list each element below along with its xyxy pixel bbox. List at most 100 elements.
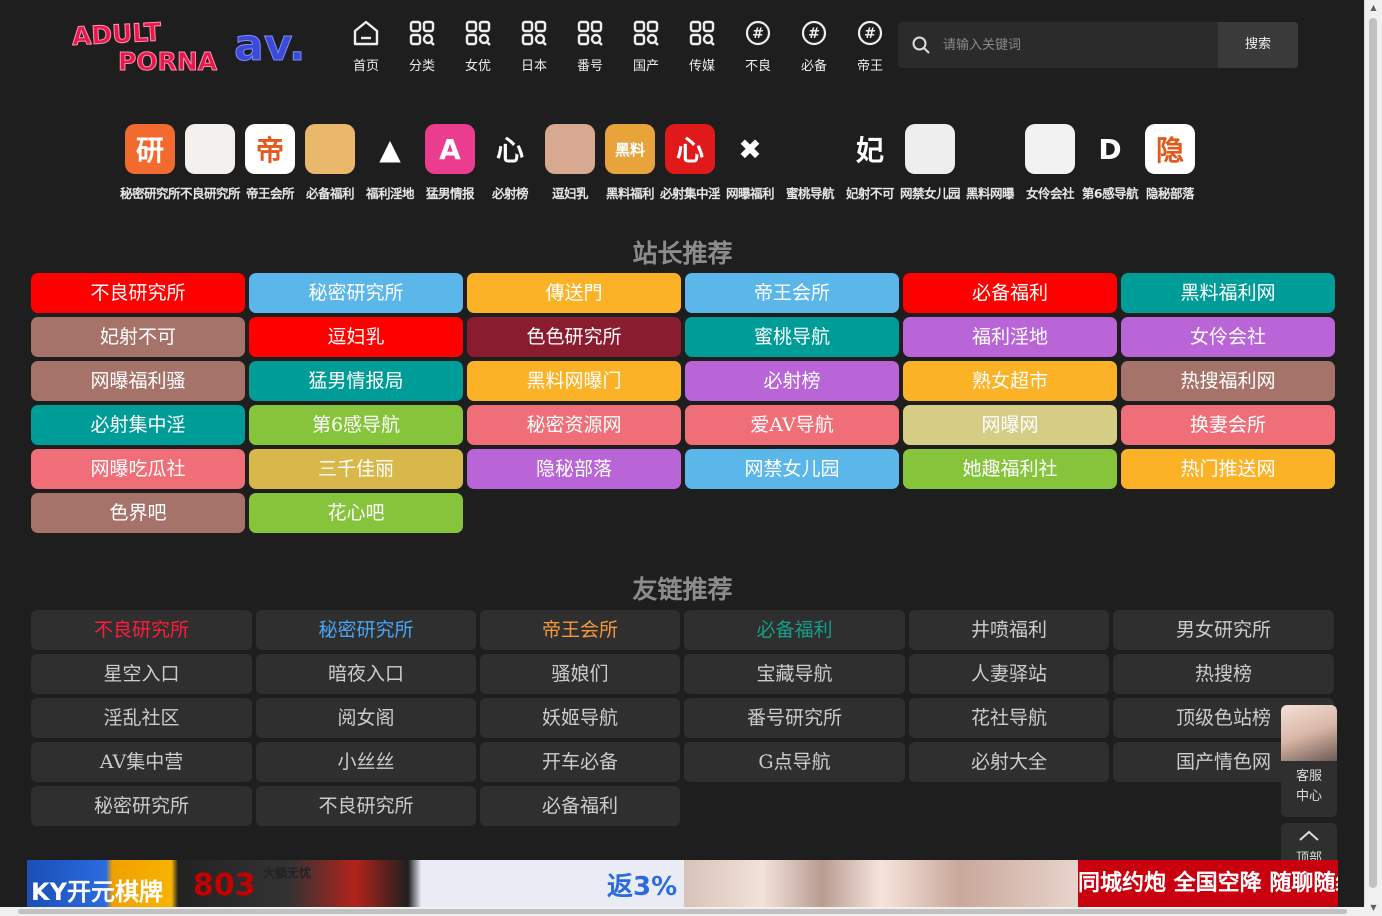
vertical-scrollbar[interactable]: ▲ ▼ [1364, 0, 1382, 916]
station-link[interactable]: 网曝吃瓜社 [31, 449, 245, 489]
nav-item-0[interactable]: 首页 [338, 18, 394, 74]
station-link[interactable]: 女伶会社 [1121, 317, 1335, 357]
station-link[interactable]: 隐秘部落 [467, 449, 681, 489]
station-link[interactable]: 网曝网 [903, 405, 1117, 445]
station-link[interactable]: 福利淫地 [903, 317, 1117, 357]
station-link[interactable]: 蜜桃导航 [685, 317, 899, 357]
friend-link[interactable]: 秘密研究所 [31, 786, 252, 826]
friend-link[interactable]: 妖姬导航 [480, 698, 680, 738]
station-link[interactable]: 必备福利 [903, 273, 1117, 313]
search-input[interactable] [941, 36, 1218, 54]
app-item-8[interactable]: 黑料 黑料福利 [600, 124, 660, 202]
nav-item-2[interactable]: 女优 [450, 18, 506, 74]
station-link[interactable]: 秘密研究所 [249, 273, 463, 313]
friend-link[interactable]: 必射大全 [909, 742, 1109, 782]
app-item-13[interactable]: 网禁女儿园 [900, 124, 961, 202]
station-link[interactable]: 必射集中淫 [31, 405, 245, 445]
app-item-1[interactable]: 不良研究所 [180, 124, 241, 202]
friend-link[interactable]: 热搜榜 [1113, 654, 1334, 694]
friend-link[interactable]: 暗夜入口 [256, 654, 476, 694]
friend-link[interactable]: 星空入口 [31, 654, 252, 694]
friend-link[interactable]: 开车必备 [480, 742, 680, 782]
ad-banner-photo[interactable] [684, 860, 1078, 907]
nav-item-7[interactable]: # 不良 [730, 18, 786, 74]
station-link[interactable]: 色界吧 [31, 493, 245, 533]
search-button[interactable]: 搜索 [1218, 22, 1298, 68]
scroll-up-arrow-icon[interactable]: ▲ [1365, 0, 1382, 16]
friend-link[interactable]: 不良研究所 [256, 786, 476, 826]
station-link[interactable]: 秘密资源网 [467, 405, 681, 445]
station-link[interactable]: 不良研究所 [31, 273, 245, 313]
nav-item-1[interactable]: 分类 [394, 18, 450, 74]
app-item-6[interactable]: 心必射榜 [480, 124, 540, 202]
app-item-9[interactable]: 心必射集中淫 [660, 124, 721, 202]
app-item-4[interactable]: ▲ 福利淫地 [360, 124, 420, 202]
friend-link[interactable]: 骚娘们 [480, 654, 680, 694]
station-link[interactable]: 熟女超市 [903, 361, 1117, 401]
friend-link[interactable]: G点导航 [684, 742, 905, 782]
app-item-16[interactable]: D 第6感导航 [1080, 124, 1140, 202]
app-item-15[interactable]: 女伶会社 [1020, 124, 1080, 202]
app-item-11[interactable]: 蜜桃导航 [780, 124, 840, 202]
friend-link[interactable]: 小丝丝 [256, 742, 476, 782]
station-link[interactable]: 色色研究所 [467, 317, 681, 357]
horizontal-scrollbar[interactable] [0, 907, 1365, 916]
friend-link[interactable]: 必备福利 [684, 610, 905, 650]
nav-item-3[interactable]: 日本 [506, 18, 562, 74]
friend-link[interactable]: 宝藏导航 [684, 654, 905, 694]
station-link[interactable]: 网禁女儿园 [685, 449, 899, 489]
nav-item-8[interactable]: # 必备 [786, 18, 842, 74]
app-item-2[interactable]: 帝帝王会所 [240, 124, 300, 202]
ad-banner-casino[interactable]: KY开元棋牌 803 大额无忧 返3% [27, 860, 684, 907]
nav-item-5[interactable]: 国产 [618, 18, 674, 74]
station-link[interactable]: 第6感导航 [249, 405, 463, 445]
station-link[interactable]: 黑料网曝门 [467, 361, 681, 401]
app-item-17[interactable]: 隐隐秘部落 [1140, 124, 1200, 202]
friend-link[interactable]: AV集中营 [31, 742, 252, 782]
station-link[interactable]: 必射榜 [685, 361, 899, 401]
app-item-14[interactable]: 黑料网曝 [960, 124, 1020, 202]
app-item-7[interactable]: 逗妇乳 [540, 124, 600, 202]
station-link[interactable]: 帝王会所 [685, 273, 899, 313]
friend-link[interactable]: 秘密研究所 [256, 610, 476, 650]
station-link[interactable]: 傳送門 [467, 273, 681, 313]
friend-link[interactable]: 番号研究所 [684, 698, 905, 738]
scroll-thumb[interactable] [1369, 18, 1377, 888]
app-item-3[interactable]: 必备福利 [300, 124, 360, 202]
horizontal-scroll-thumb[interactable] [18, 909, 1347, 914]
nav-item-4[interactable]: 番号 [562, 18, 618, 74]
friend-link[interactable]: 阅女阁 [256, 698, 476, 738]
friend-link[interactable]: 淫乱社区 [31, 698, 252, 738]
friend-link[interactable]: 男女研究所 [1113, 610, 1334, 650]
app-item-5[interactable]: A 猛男情报 [420, 124, 480, 202]
nav-item-9[interactable]: # 帝王 [842, 18, 898, 74]
station-link[interactable]: 换妻会所 [1121, 405, 1335, 445]
customer-service-button[interactable]: 客服 中心 [1281, 705, 1337, 817]
station-link[interactable]: 三千佳丽 [249, 449, 463, 489]
friend-link[interactable]: 井喷福利 [909, 610, 1109, 650]
station-link[interactable]: 花心吧 [249, 493, 463, 533]
nav-label: 女优 [464, 59, 491, 74]
app-item-10[interactable]: ✖ 网曝福利 [720, 124, 780, 202]
station-link[interactable]: 热搜福利网 [1121, 361, 1335, 401]
app-item-0[interactable]: 研秘密研究所 [120, 124, 181, 202]
app-label: 必射集中淫 [660, 186, 721, 201]
friend-link[interactable]: 必备福利 [480, 786, 680, 826]
station-link[interactable]: 热门推送网 [1121, 449, 1335, 489]
friend-link[interactable]: 人妻驿站 [909, 654, 1109, 694]
station-link[interactable]: 猛男情报局 [249, 361, 463, 401]
scroll-down-arrow-icon[interactable]: ▼ [1365, 900, 1382, 916]
station-link[interactable]: 逗妇乳 [249, 317, 463, 357]
friend-link[interactable]: 帝王会所 [480, 610, 680, 650]
station-link[interactable]: 网曝福利骚 [31, 361, 245, 401]
ad-banner-dating[interactable]: 同城约炮 全国空降 随聊随约 [1078, 860, 1338, 907]
friend-link[interactable]: 不良研究所 [31, 610, 252, 650]
nav-item-6[interactable]: 传媒 [674, 18, 730, 74]
station-link[interactable]: 她趣福利社 [903, 449, 1117, 489]
station-link[interactable]: 黑料福利网 [1121, 273, 1335, 313]
station-link[interactable]: 妃射不可 [31, 317, 245, 357]
friend-link[interactable]: 花社导航 [909, 698, 1109, 738]
app-item-12[interactable]: 妃妃射不可 [840, 124, 900, 202]
site-logo[interactable]: ADULT PORNA av. [70, 16, 330, 77]
station-link[interactable]: 爱AV导航 [685, 405, 899, 445]
